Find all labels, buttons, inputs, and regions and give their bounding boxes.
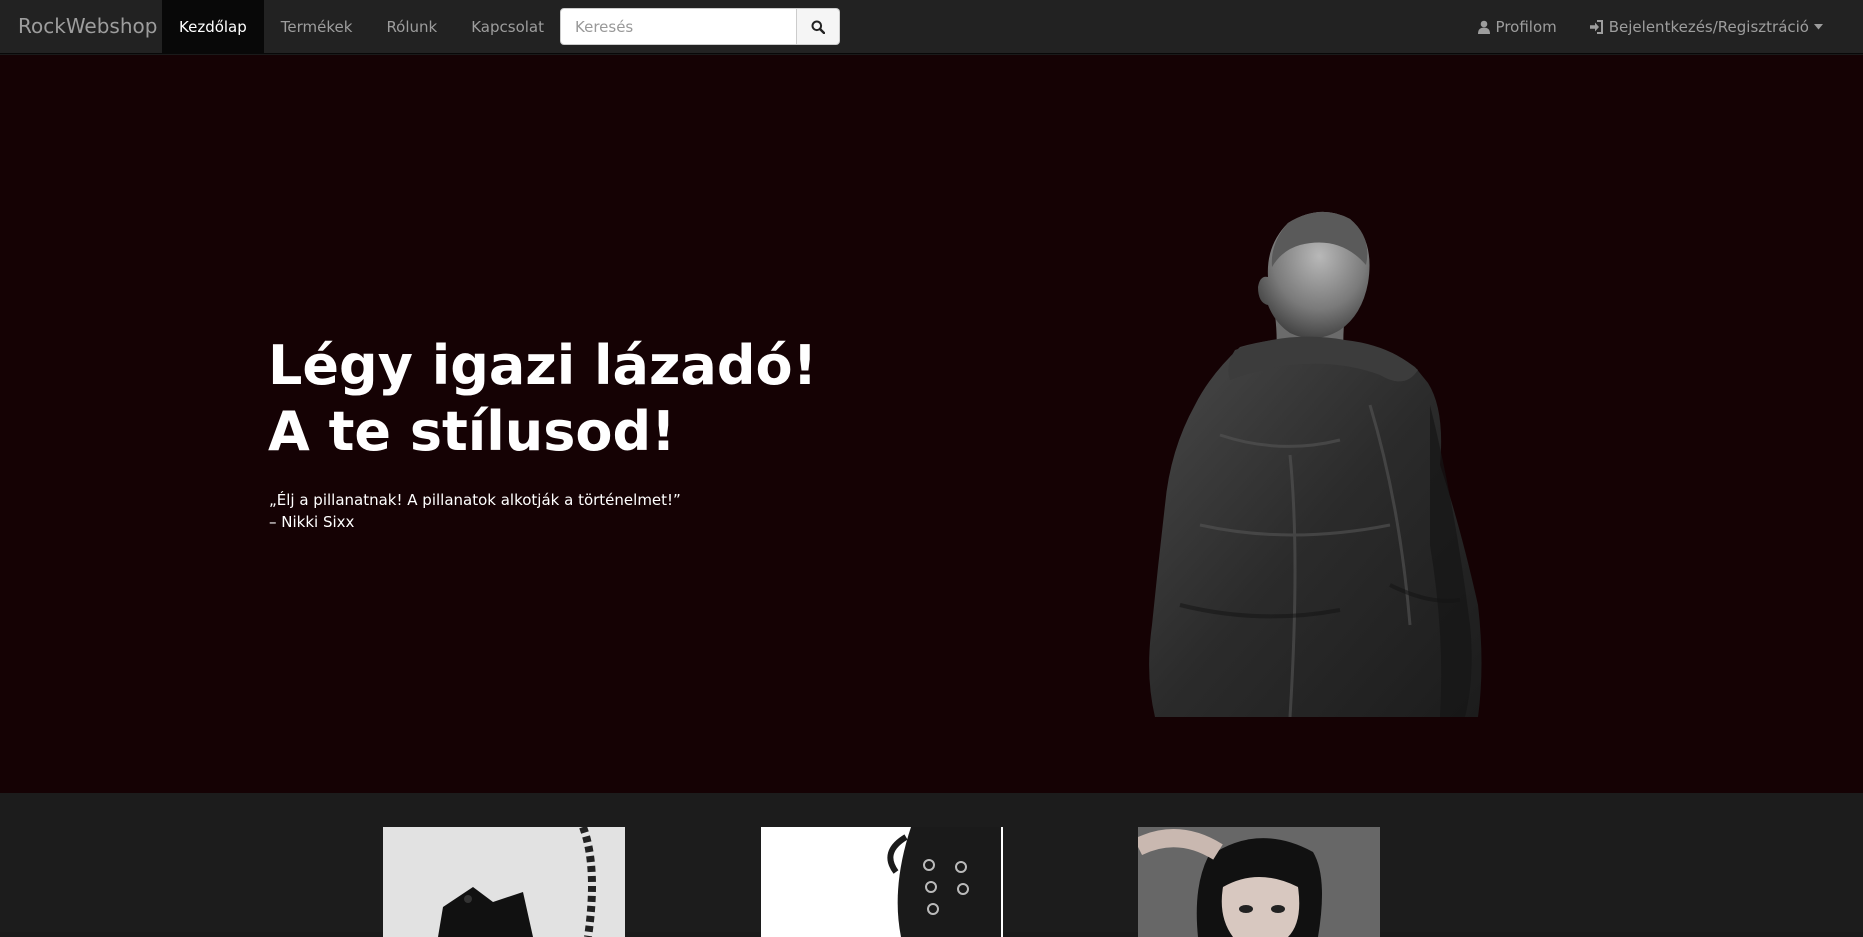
hero-section: Légy igazi lázadó! A te stílusod! „Élj a… bbox=[0, 55, 1863, 793]
search-icon bbox=[811, 20, 826, 34]
nav-contact[interactable]: Kapcsolat bbox=[454, 0, 561, 54]
user-nav: Profilom Bejelentkezés/Regisztráció bbox=[1461, 0, 1839, 54]
nav-login-label: Bejelentkezés/Regisztráció bbox=[1608, 18, 1809, 36]
product-card-3[interactable] bbox=[1138, 827, 1380, 937]
hero-title-line1: Légy igazi lázadó! bbox=[268, 334, 818, 397]
hero-title: Légy igazi lázadó! A te stílusod! bbox=[268, 333, 817, 465]
search-button[interactable] bbox=[797, 8, 840, 45]
nav-profile-label: Profilom bbox=[1495, 18, 1557, 36]
model-product-image bbox=[1138, 827, 1380, 937]
hero-quote-text: „Élj a pillanatnak! A pillanatok alkotjá… bbox=[269, 491, 681, 509]
hero-quote: „Élj a pillanatnak! A pillanatok alkotjá… bbox=[269, 489, 681, 533]
product-card-2[interactable] bbox=[761, 827, 1003, 937]
sign-in-icon bbox=[1589, 20, 1603, 34]
navbar: RockWebshop Kezdőlap Termékek Rólunk Kap… bbox=[0, 0, 1863, 54]
nav-products[interactable]: Termékek bbox=[264, 0, 370, 54]
hero-man-image bbox=[1149, 211, 1482, 717]
hero-quote-author: – Nikki Sixx bbox=[269, 513, 355, 531]
nav-login-dropdown[interactable]: Bejelentkezés/Regisztráció bbox=[1573, 0, 1839, 54]
main-nav: Kezdőlap Termékek Rólunk Kapcsolat bbox=[162, 0, 561, 54]
product-card-1[interactable] bbox=[383, 827, 625, 937]
nav-about[interactable]: Rólunk bbox=[369, 0, 454, 54]
caret-down-icon bbox=[1814, 24, 1823, 30]
nav-home[interactable]: Kezdőlap bbox=[162, 0, 264, 54]
search-input[interactable] bbox=[560, 8, 798, 45]
search-form bbox=[560, 8, 840, 45]
hero-title-line2: A te stílusod! bbox=[268, 400, 676, 463]
chain-product-image bbox=[383, 827, 625, 937]
products-section bbox=[0, 793, 1863, 937]
user-icon bbox=[1477, 20, 1490, 34]
brand-logo[interactable]: RockWebshop bbox=[18, 14, 157, 38]
boot-product-image bbox=[761, 827, 1003, 937]
nav-profile[interactable]: Profilom bbox=[1461, 0, 1573, 54]
